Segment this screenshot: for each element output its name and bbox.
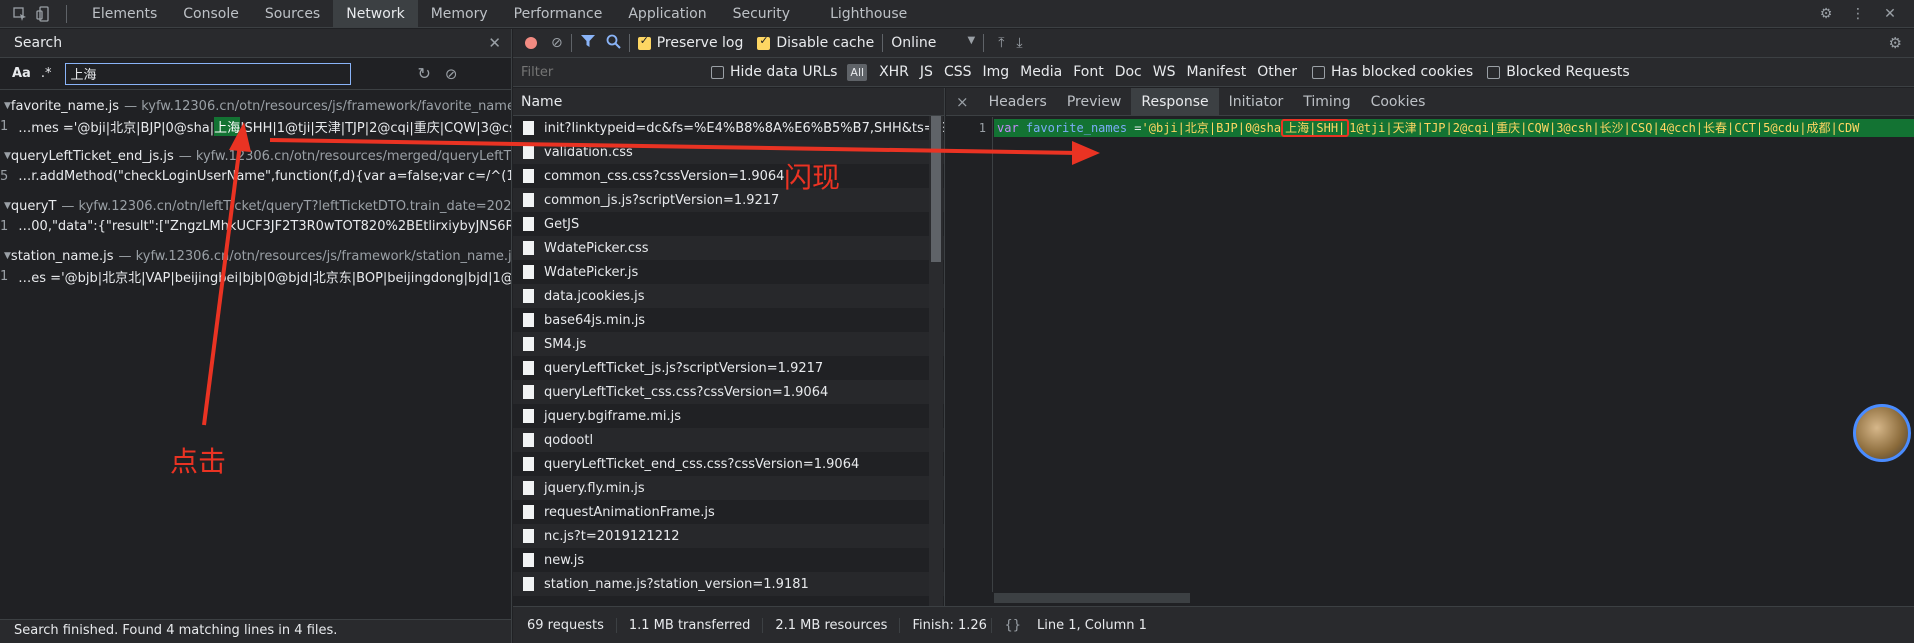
flash-annotation: 闪现 (784, 161, 841, 194)
avatar[interactable] (1853, 404, 1911, 462)
annotation-arrows (202, 122, 1100, 426)
flash-arrow (269, 138, 1100, 165)
click-arrow (202, 122, 251, 426)
click-annotation: 点击 (170, 445, 227, 478)
